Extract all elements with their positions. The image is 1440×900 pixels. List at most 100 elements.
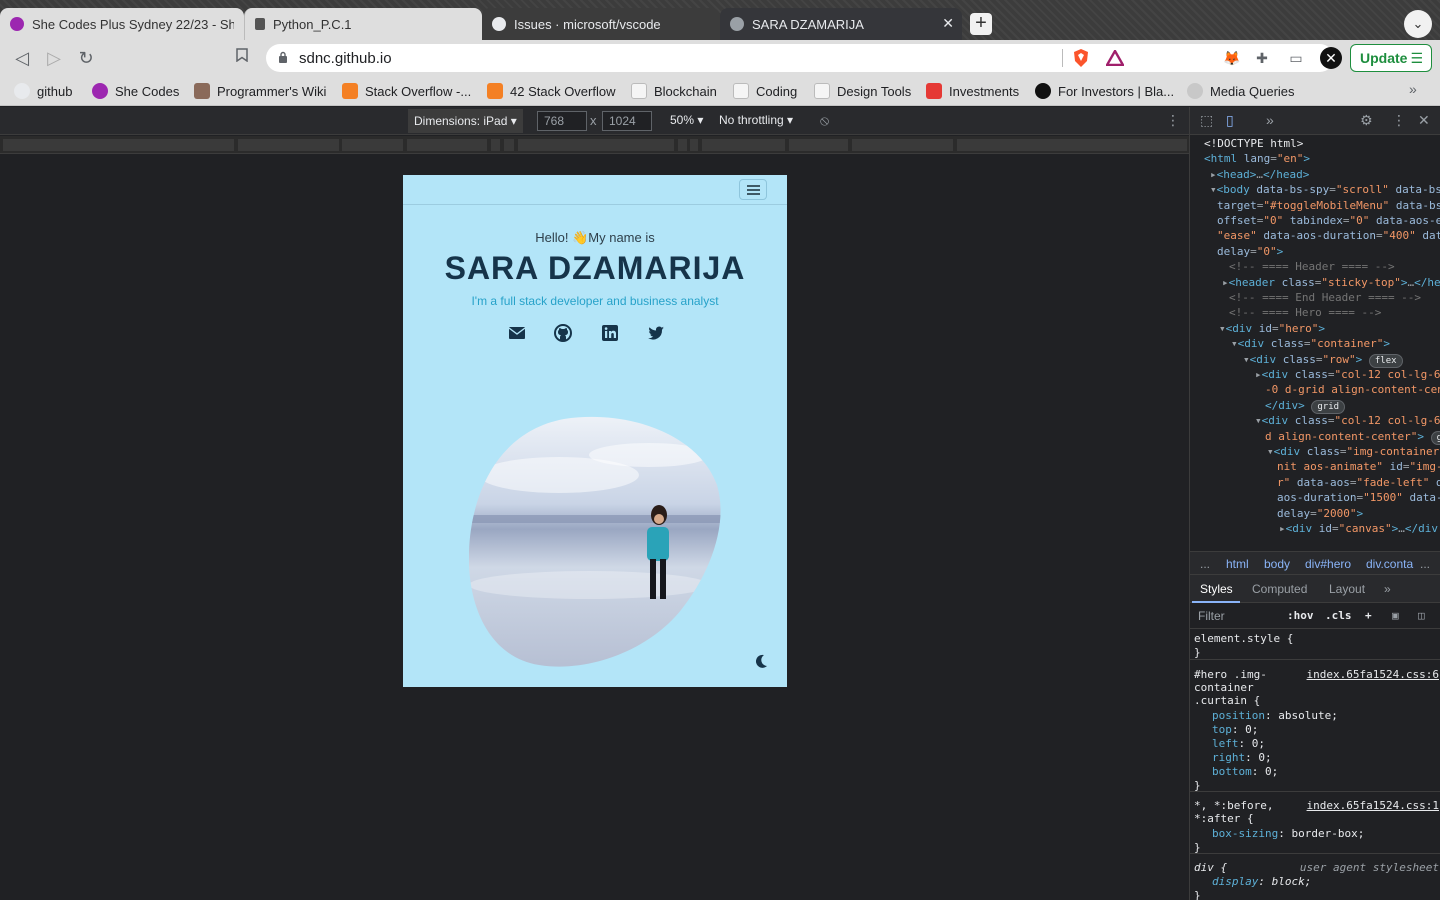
brave-rewards-icon[interactable] (1106, 50, 1124, 66)
metamask-icon[interactable]: 🦊 (1223, 49, 1241, 67)
bookmark-coding[interactable]: Coding (733, 82, 797, 100)
more-options-icon[interactable]: ⋮ (1166, 112, 1180, 129)
css-selector[interactable]: .curtain { (1194, 694, 1260, 708)
ruler-segment[interactable] (342, 139, 403, 151)
ruler-segment[interactable] (678, 139, 687, 151)
tab-vscode-issues[interactable]: Issues · microsoft/vscode (482, 8, 720, 40)
ruler-segment[interactable] (957, 139, 1187, 151)
dom-node-line[interactable]: target="#toggleMobileMenu" data-bs- (1217, 198, 1440, 213)
css-declaration[interactable]: top: 0; (1212, 723, 1258, 737)
dom-node-line[interactable]: offset="0" tabindex="0" data-aos-e (1217, 213, 1440, 228)
tab-sara-dzamarija[interactable]: SARA DZAMARIJA ✕ (720, 8, 962, 40)
tab-more[interactable]: » (1384, 582, 1391, 596)
dom-node-line[interactable]: aos-duration="1500" data- (1277, 490, 1440, 505)
ruler-segment[interactable] (690, 139, 698, 151)
css-source-link[interactable]: index.65fa1524.css:1 (1307, 799, 1439, 813)
dom-node-line[interactable]: ▾<body data-bs-spy="scroll" data-bs- (1210, 182, 1440, 197)
css-source-link[interactable]: user agent stylesheet (1300, 861, 1439, 875)
dom-node-line[interactable]: r" data-aos="fade-left" d (1277, 475, 1440, 490)
css-declaration[interactable]: position: absolute; (1212, 709, 1338, 723)
dom-node-line[interactable]: nit aos-animate" id="img- (1277, 459, 1440, 474)
ruler-segment[interactable] (491, 139, 500, 151)
bookmark-icon[interactable] (231, 47, 253, 69)
dom-node-line[interactable]: <html lang="en"> (1204, 151, 1310, 166)
bookmark-42-stack-overflow[interactable]: 42 Stack Overflow (487, 82, 616, 100)
css-declaration[interactable]: left: 0; (1212, 737, 1265, 751)
reload-icon[interactable]: ↻ (75, 47, 97, 69)
linkedin-icon[interactable] (600, 323, 620, 343)
bookmark-she-codes[interactable]: She Codes (92, 82, 179, 100)
breadcrumb-item[interactable]: div#hero (1305, 557, 1351, 571)
css-declaration[interactable]: box-sizing: border-box; (1212, 827, 1364, 841)
dimensions-dropdown[interactable]: Dimensions: iPad ▾ (408, 109, 523, 133)
breadcrumb-item[interactable]: ... (1420, 557, 1430, 571)
css-selector[interactable]: #hero .img- (1194, 668, 1267, 682)
dom-node-line[interactable]: ▾<div id="hero"> (1219, 321, 1325, 336)
ruler-segment[interactable] (789, 139, 848, 151)
new-tab-button[interactable]: + (970, 13, 992, 35)
tab-shecodes[interactable]: She Codes Plus Sydney 22/23 - She (0, 8, 244, 40)
css-selector[interactable]: *:after { (1194, 812, 1254, 826)
bookmark-programmer-s-wiki[interactable]: Programmer's Wiki (194, 82, 326, 100)
dom-node-line[interactable]: <!-- ==== Hero ==== --> (1229, 305, 1381, 320)
dom-node-line[interactable]: ▾<div class="img-container (1267, 444, 1439, 459)
zoom-dropdown[interactable]: 50% ▾ (670, 113, 703, 127)
close-tab-icon[interactable]: ✕ (942, 15, 954, 32)
dom-node-line[interactable]: </div> grid (1265, 398, 1346, 414)
tab-computed[interactable]: Computed (1252, 582, 1307, 596)
css-selector[interactable]: container (1194, 681, 1254, 695)
dom-node-line[interactable]: ▸<header class="sticky-top">…</he (1222, 275, 1440, 290)
kebab-menu-icon[interactable]: ⋮ (1392, 112, 1406, 129)
dom-node-line[interactable]: ▾<div class="col-12 col-lg-6 (1255, 413, 1440, 428)
extensions-icon[interactable]: ✚ (1253, 49, 1271, 67)
bookmark-investments[interactable]: Investments (926, 82, 1019, 100)
settings-gear-icon[interactable]: ⚙ (1360, 112, 1373, 129)
dom-node-line[interactable]: delay="0"> (1217, 244, 1283, 259)
hamburger-menu-button[interactable] (739, 179, 767, 200)
address-bar[interactable]: sdnc.github.io (266, 44, 1334, 72)
github-icon[interactable] (553, 323, 573, 343)
ruler-segment[interactable] (852, 139, 953, 151)
rotate-icon[interactable]: ⦸ (820, 112, 829, 129)
bookmark-for-investors-bla[interactable]: For Investors | Bla... (1035, 82, 1174, 100)
dom-node-line[interactable]: d align-content-center"> g (1265, 429, 1440, 445)
dom-node-line[interactable]: ▸<div class="col-12 col-lg-6 (1255, 367, 1440, 382)
email-icon[interactable] (507, 323, 527, 343)
more-tabs-icon[interactable]: » (1266, 112, 1274, 128)
ruler-segment[interactable] (238, 139, 339, 151)
css-selector[interactable]: element.style { (1194, 632, 1293, 646)
dom-node-line[interactable]: ▸<div id="canvas">…</div (1279, 521, 1438, 536)
sidebar-toggle-icon[interactable]: ◫ (1418, 609, 1425, 622)
update-button[interactable]: Update ☰ (1350, 44, 1432, 72)
dom-node-line[interactable]: <!-- ==== Header ==== --> (1229, 259, 1395, 274)
dom-node-line[interactable]: "ease" data-aos-duration="400" dat (1217, 228, 1440, 243)
bookmark-stack-overflow[interactable]: Stack Overflow -... (342, 82, 471, 100)
breadcrumb-item[interactable]: html (1226, 557, 1249, 571)
brave-shield-icon[interactable] (1072, 48, 1090, 68)
bookmark-blockchain[interactable]: Blockchain (631, 82, 717, 100)
wallet-icon[interactable]: ▭ (1287, 49, 1305, 67)
dom-node-line[interactable]: <!DOCTYPE html> (1204, 136, 1303, 151)
css-declaration[interactable]: right: 0; (1212, 751, 1272, 765)
inspect-element-icon[interactable]: ⬚ (1200, 112, 1213, 129)
css-declaration[interactable]: display: block; (1212, 875, 1311, 889)
throttling-dropdown[interactable]: No throttling ▾ (719, 113, 793, 127)
dom-node-line[interactable]: -0 d-grid align-content-cen (1265, 382, 1440, 397)
close-devtools-icon[interactable]: ✕ (1418, 112, 1430, 129)
width-input[interactable]: 768 (537, 111, 587, 131)
tab-styles[interactable]: Styles (1200, 582, 1233, 596)
css-declaration[interactable]: bottom: 0; (1212, 765, 1278, 779)
paint-icon[interactable]: ▣ (1392, 609, 1399, 622)
profile-avatar[interactable]: ✕ (1320, 47, 1342, 69)
dom-node-line[interactable]: ▸<head>…</head> (1210, 167, 1309, 182)
ruler-segment[interactable] (504, 139, 514, 151)
ruler-segment[interactable] (702, 139, 785, 151)
dark-mode-toggle-icon[interactable] (753, 653, 769, 669)
bookmark-github[interactable]: github (14, 82, 72, 100)
ruler-segment[interactable] (407, 139, 487, 151)
twitter-icon[interactable] (646, 323, 666, 343)
new-rule-button[interactable]: + (1365, 609, 1372, 622)
breadcrumb-item[interactable]: body (1264, 557, 1290, 571)
hov-toggle[interactable]: :hov (1287, 609, 1314, 622)
breadcrumb-item[interactable]: div.conta (1366, 557, 1413, 571)
